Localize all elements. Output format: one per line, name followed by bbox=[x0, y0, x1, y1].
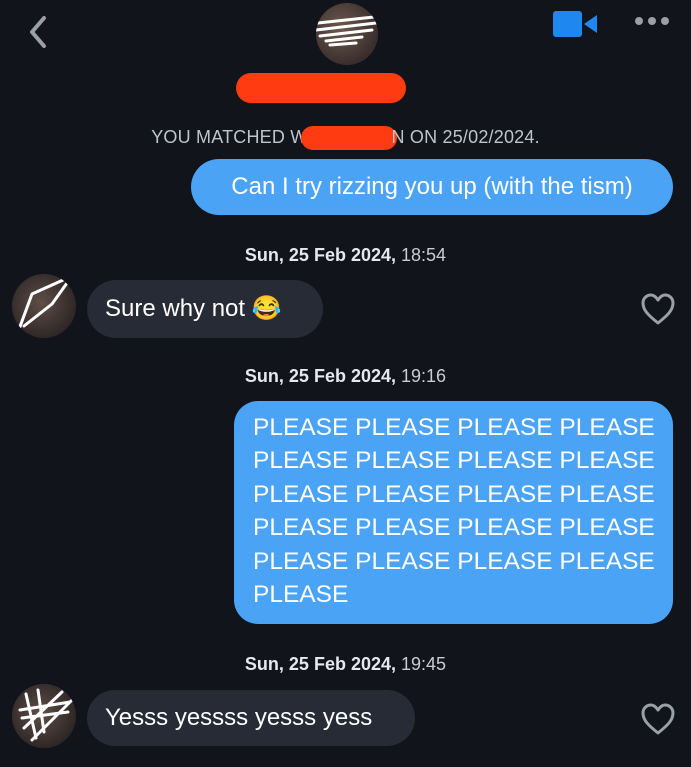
timestamp-time: 19:45 bbox=[401, 654, 447, 674]
incoming-message[interactable]: Yesss yessss yesss yess bbox=[87, 690, 415, 746]
timestamp-date: Sun, 25 Feb 2024, bbox=[244, 366, 396, 386]
scribble-overlay bbox=[16, 274, 74, 334]
message-line: PLEASE bbox=[253, 581, 349, 609]
message-line: PLEASE PLEASE PLEASE PLEASE bbox=[253, 414, 655, 441]
match-banner: YOU MATCHED W N ON 25/02/2024. bbox=[0, 126, 691, 150]
incoming-message[interactable]: Sure why not 😂 bbox=[87, 280, 323, 338]
message-text: Can I try rizzing you up (with the tism) bbox=[231, 173, 633, 200]
scribble-overlay bbox=[316, 15, 378, 47]
profile-avatar[interactable] bbox=[316, 3, 378, 65]
message-timestamp: Sun, 25 Feb 2024, 19:45 bbox=[0, 654, 691, 675]
timestamp-date: Sun, 25 Feb 2024, bbox=[244, 654, 396, 674]
ellipsis-icon bbox=[635, 17, 669, 25]
redacted-name-inline bbox=[301, 126, 398, 150]
scribble-overlay bbox=[18, 688, 74, 742]
message-line: PLEASE PLEASE PLEASE PLEASE bbox=[253, 514, 655, 542]
message-text: Yesss yessss yesss yess bbox=[105, 704, 373, 731]
chevron-left-icon bbox=[30, 16, 46, 48]
timestamp-time: 18:54 bbox=[401, 245, 447, 265]
more-options-button[interactable] bbox=[633, 11, 673, 31]
video-camera-icon bbox=[553, 11, 597, 37]
match-banner-suffix: N ON 25/02/2024. bbox=[391, 126, 540, 147]
redacted-match-name bbox=[236, 73, 406, 103]
sender-avatar[interactable] bbox=[12, 274, 76, 338]
heart-icon bbox=[641, 293, 675, 325]
outgoing-message[interactable]: Can I try rizzing you up (with the tism) bbox=[191, 159, 673, 215]
like-button[interactable] bbox=[640, 702, 676, 736]
like-button[interactable] bbox=[640, 292, 676, 326]
back-button[interactable] bbox=[18, 12, 58, 52]
message-line: PLEASE PLEASE PLEASE PLEASE bbox=[253, 447, 655, 475]
match-banner-prefix: YOU MATCHED W bbox=[151, 126, 308, 147]
video-call-button[interactable] bbox=[553, 9, 601, 39]
message-timestamp: Sun, 25 Feb 2024, 19:16 bbox=[0, 366, 691, 387]
message-line: PLEASE PLEASE PLEASE PLEASE bbox=[253, 480, 655, 508]
sender-avatar[interactable] bbox=[12, 684, 76, 748]
timestamp-time: 19:16 bbox=[401, 366, 447, 386]
message-line: PLEASE PLEASE PLEASE PLEASE bbox=[253, 547, 655, 575]
message-timestamp: Sun, 25 Feb 2024, 18:54 bbox=[0, 245, 691, 266]
outgoing-message[interactable]: PLEASE PLEASE PLEASE PLEASE PLEASE PLEAS… bbox=[234, 401, 673, 624]
message-text: Sure why not 😂 bbox=[105, 295, 282, 322]
heart-icon bbox=[641, 703, 675, 735]
timestamp-date: Sun, 25 Feb 2024, bbox=[244, 245, 396, 265]
